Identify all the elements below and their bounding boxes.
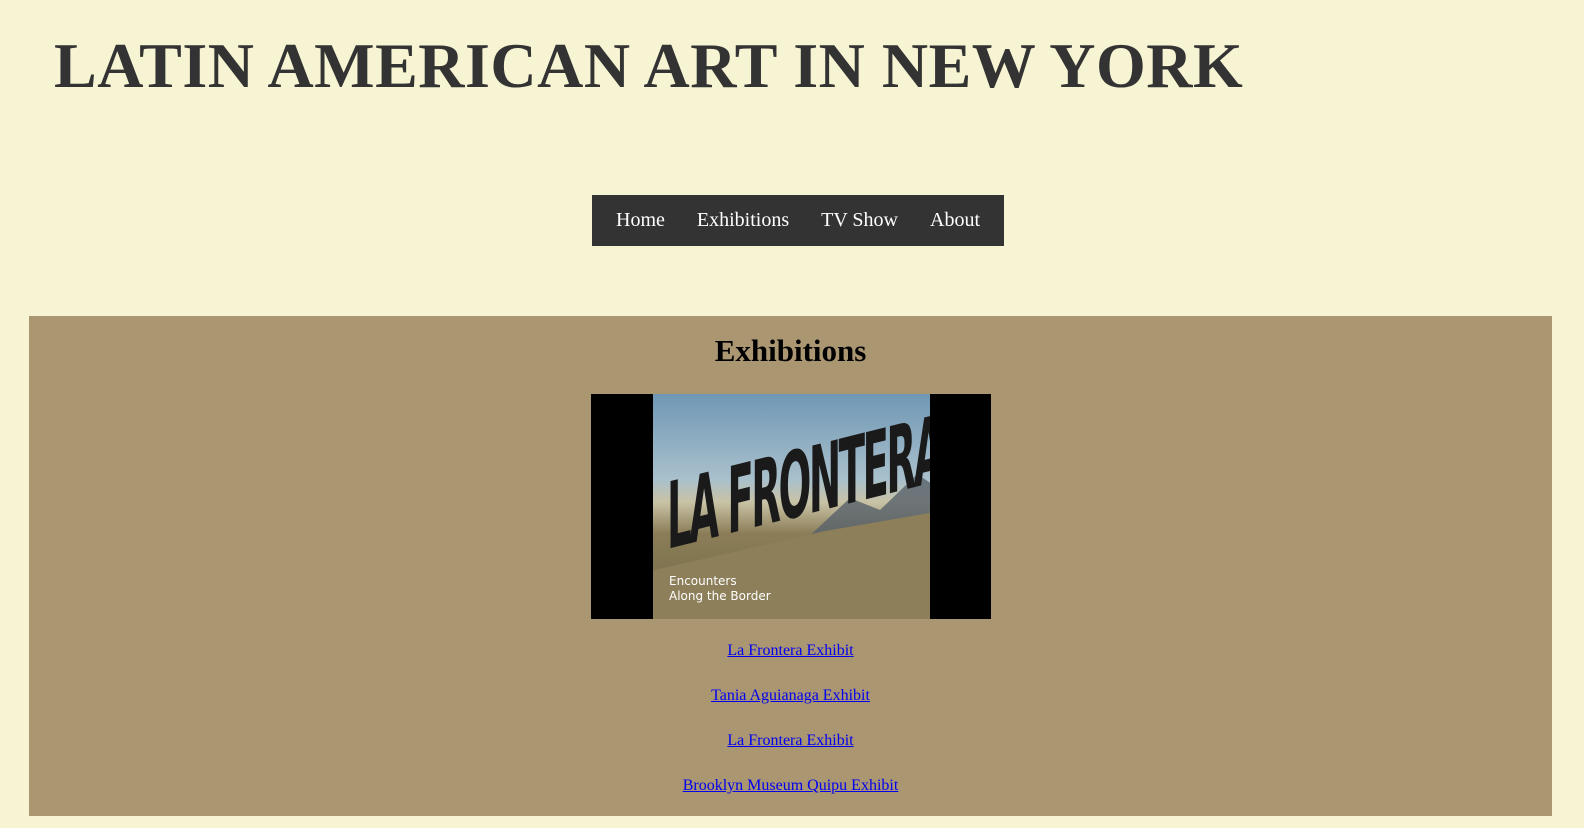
section-heading: Exhibitions bbox=[714, 333, 867, 368]
nav-item-exhibitions[interactable]: Exhibitions bbox=[681, 209, 805, 232]
exhibit-link-la-frontera-2[interactable]: La Frontera Exhibit bbox=[29, 731, 1552, 751]
exhibit-link-la-frontera[interactable]: La Frontera Exhibit bbox=[29, 641, 1552, 661]
poster-subtitle-line-1: Encounters bbox=[669, 574, 737, 588]
poster-subtitle-line-2: Along the Border bbox=[669, 589, 771, 603]
poster-subtitle: Encounters Along the Border bbox=[669, 574, 771, 604]
exhibitions-section: Exhibitions LA FRONTERA Encounters Along… bbox=[29, 316, 1552, 816]
nav-item-home[interactable]: Home bbox=[600, 209, 681, 232]
exhibit-links: La Frontera Exhibit Tania Aguianaga Exhi… bbox=[29, 641, 1552, 821]
site-title: LATIN AMERICAN ART IN NEW YORK bbox=[54, 30, 1244, 101]
main-nav: Home Exhibitions TV Show About bbox=[592, 195, 1004, 246]
page: LATIN AMERICAN ART IN NEW YORK Home Exhi… bbox=[0, 0, 1584, 828]
nav-item-about[interactable]: About bbox=[914, 209, 996, 232]
exhibit-link-tania-aguianaga[interactable]: Tania Aguianaga Exhibit bbox=[29, 686, 1552, 706]
poster-photo: LA FRONTERA Encounters Along the Border bbox=[653, 394, 930, 619]
la-frontera-poster-image: LA FRONTERA Encounters Along the Border bbox=[591, 394, 991, 619]
exhibit-link-brooklyn-quipu[interactable]: Brooklyn Museum Quipu Exhibit bbox=[29, 776, 1552, 796]
nav-item-tv-show[interactable]: TV Show bbox=[805, 209, 914, 232]
